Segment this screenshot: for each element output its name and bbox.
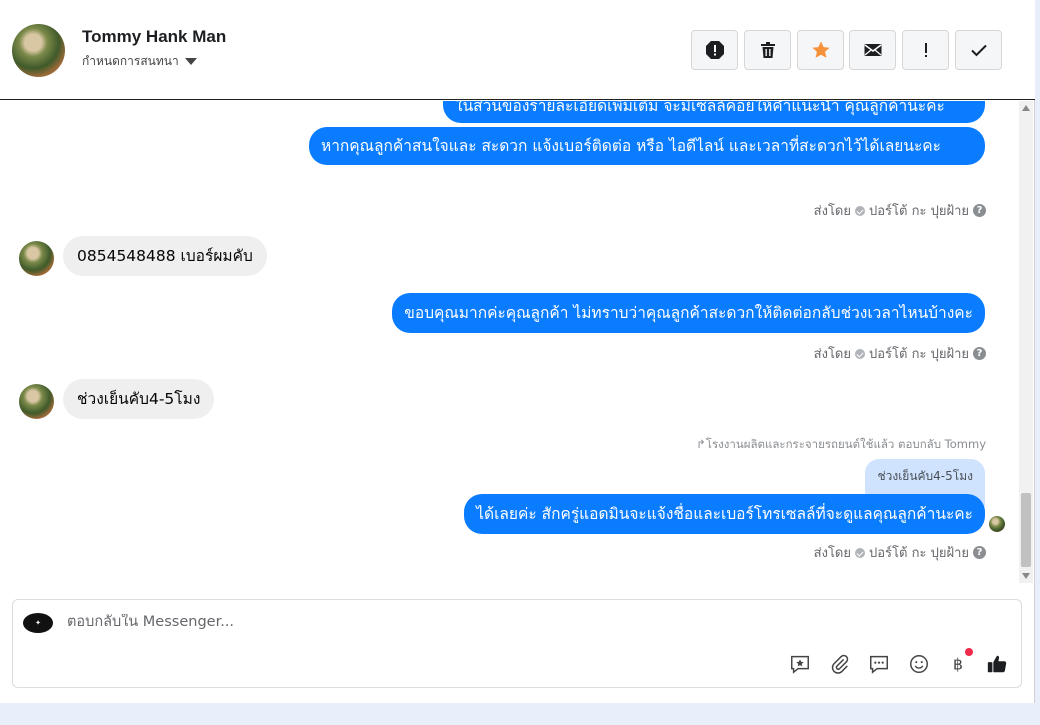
reply-input[interactable] [67,614,967,630]
assign-conversation-dropdown[interactable]: กำหนดการสนทนา [82,52,197,71]
reply-arrow-icon: ↱ [696,437,706,451]
notification-dot [965,648,973,656]
quick-reply-icon [870,655,888,674]
scroll-down-icon[interactable] [1022,573,1030,579]
emoji-icon [910,655,928,673]
scroll-thumb[interactable] [1021,493,1031,567]
star-button[interactable] [797,30,844,70]
baht-payment-icon: ฿ [953,656,963,674]
sent-by-label: ส่งโดย [813,204,851,219]
seen-avatar [989,516,1005,532]
saved-reply-button[interactable] [788,652,812,676]
follow-up-button[interactable] [902,30,949,70]
svg-text:฿: ฿ [953,656,963,674]
conversation-panel: Tommy Hank Man กำหนดการสนทนา ในส่วนของรา… [0,0,1035,703]
thumbs-up-icon [987,655,1007,673]
message-incoming: 0854548488 เบอร์ผมคับ [63,236,267,276]
help-icon[interactable]: ? [973,204,986,217]
attach-button[interactable] [828,652,852,676]
conversation-header: Tommy Hank Man กำหนดการสนทนา [0,0,1035,100]
mark-spam-button[interactable] [691,30,738,70]
assign-conversation-label: กำหนดการสนทนา [82,54,179,68]
quick-reply-button[interactable] [867,652,891,676]
star-icon [811,41,830,58]
help-icon[interactable]: ? [973,347,986,360]
sent-by-label: ส่งโดย [813,546,851,561]
attachment-icon [831,654,849,674]
saved-reply-icon [791,655,809,674]
message-meta: ส่งโดย ปอร์โต้ กะ ปุยฝ้าย ? [814,542,986,563]
sender-name: ปอร์โต้ กะ ปุยฝ้าย [869,347,969,362]
sent-by-label: ส่งโดย [813,347,851,362]
envelope-icon [864,44,881,56]
message-outgoing: หากคุณลูกค้าสนใจและ สะดวก แจ้งเบอร์ติดต่… [309,127,985,165]
contact-avatar[interactable] [12,24,65,77]
verified-icon [855,205,865,216]
thread-scrollbar[interactable] [1019,101,1033,583]
reply-composer: ✦ ฿ [12,599,1022,688]
contact-name[interactable]: Tommy Hank Man [82,27,226,47]
scroll-up-icon[interactable] [1022,105,1030,111]
message-outgoing: ได้เลยค่ะ สักครู่แอดมินจะแจ้งชื่อและเบอร… [464,494,985,534]
message-thread[interactable]: ในส่วนของรายละเอียดเพิ่มเติม จะมีเซลล์คอ… [0,101,1018,583]
verified-icon [855,348,865,359]
message-meta: ส่งโดย ปอร์โต้ กะ ปุยฝ้าย ? [814,343,986,364]
emoji-button[interactable] [907,652,931,676]
message-meta: ส่งโดย ปอร์โต้ กะ ปุยฝ้าย ? [814,200,986,221]
page-logo: ✦ [23,613,53,633]
message-outgoing: ขอบคุณมากค่ะคุณลูกค้า ไม่ทราบว่าคุณลูกค้… [392,293,985,333]
reply-note-text: โรงงานผลิตและกระจายรถยนต์ใช้แล้ว ตอบกลับ… [705,437,986,451]
caret-down-icon [184,58,197,65]
help-icon[interactable]: ? [973,546,986,559]
check-icon [970,44,987,57]
mark-done-button[interactable] [955,30,1002,70]
trash-icon [760,42,775,58]
alert-circle-icon [705,41,724,59]
contact-avatar-small [19,241,54,276]
sender-name: ปอร์โต้ กะ ปุยฝ้าย [869,546,969,561]
reply-context-note: ↱โรงงานผลิตและกระจายรถยนต์ใช้แล้ว ตอบกลั… [696,436,986,454]
delete-button[interactable] [744,30,791,70]
verified-icon [855,547,865,558]
sender-name: ปอร์โต้ กะ ปุยฝ้าย [869,204,969,219]
contact-avatar-small [19,384,54,419]
exclamation-icon [924,43,927,57]
mark-unread-button[interactable] [849,30,896,70]
message-outgoing: ในส่วนของรายละเอียดเพิ่มเติม จะมีเซลล์คอ… [443,101,985,123]
message-incoming: ช่วงเย็นคับ4-5โมง [63,379,215,419]
like-button[interactable] [985,652,1009,676]
